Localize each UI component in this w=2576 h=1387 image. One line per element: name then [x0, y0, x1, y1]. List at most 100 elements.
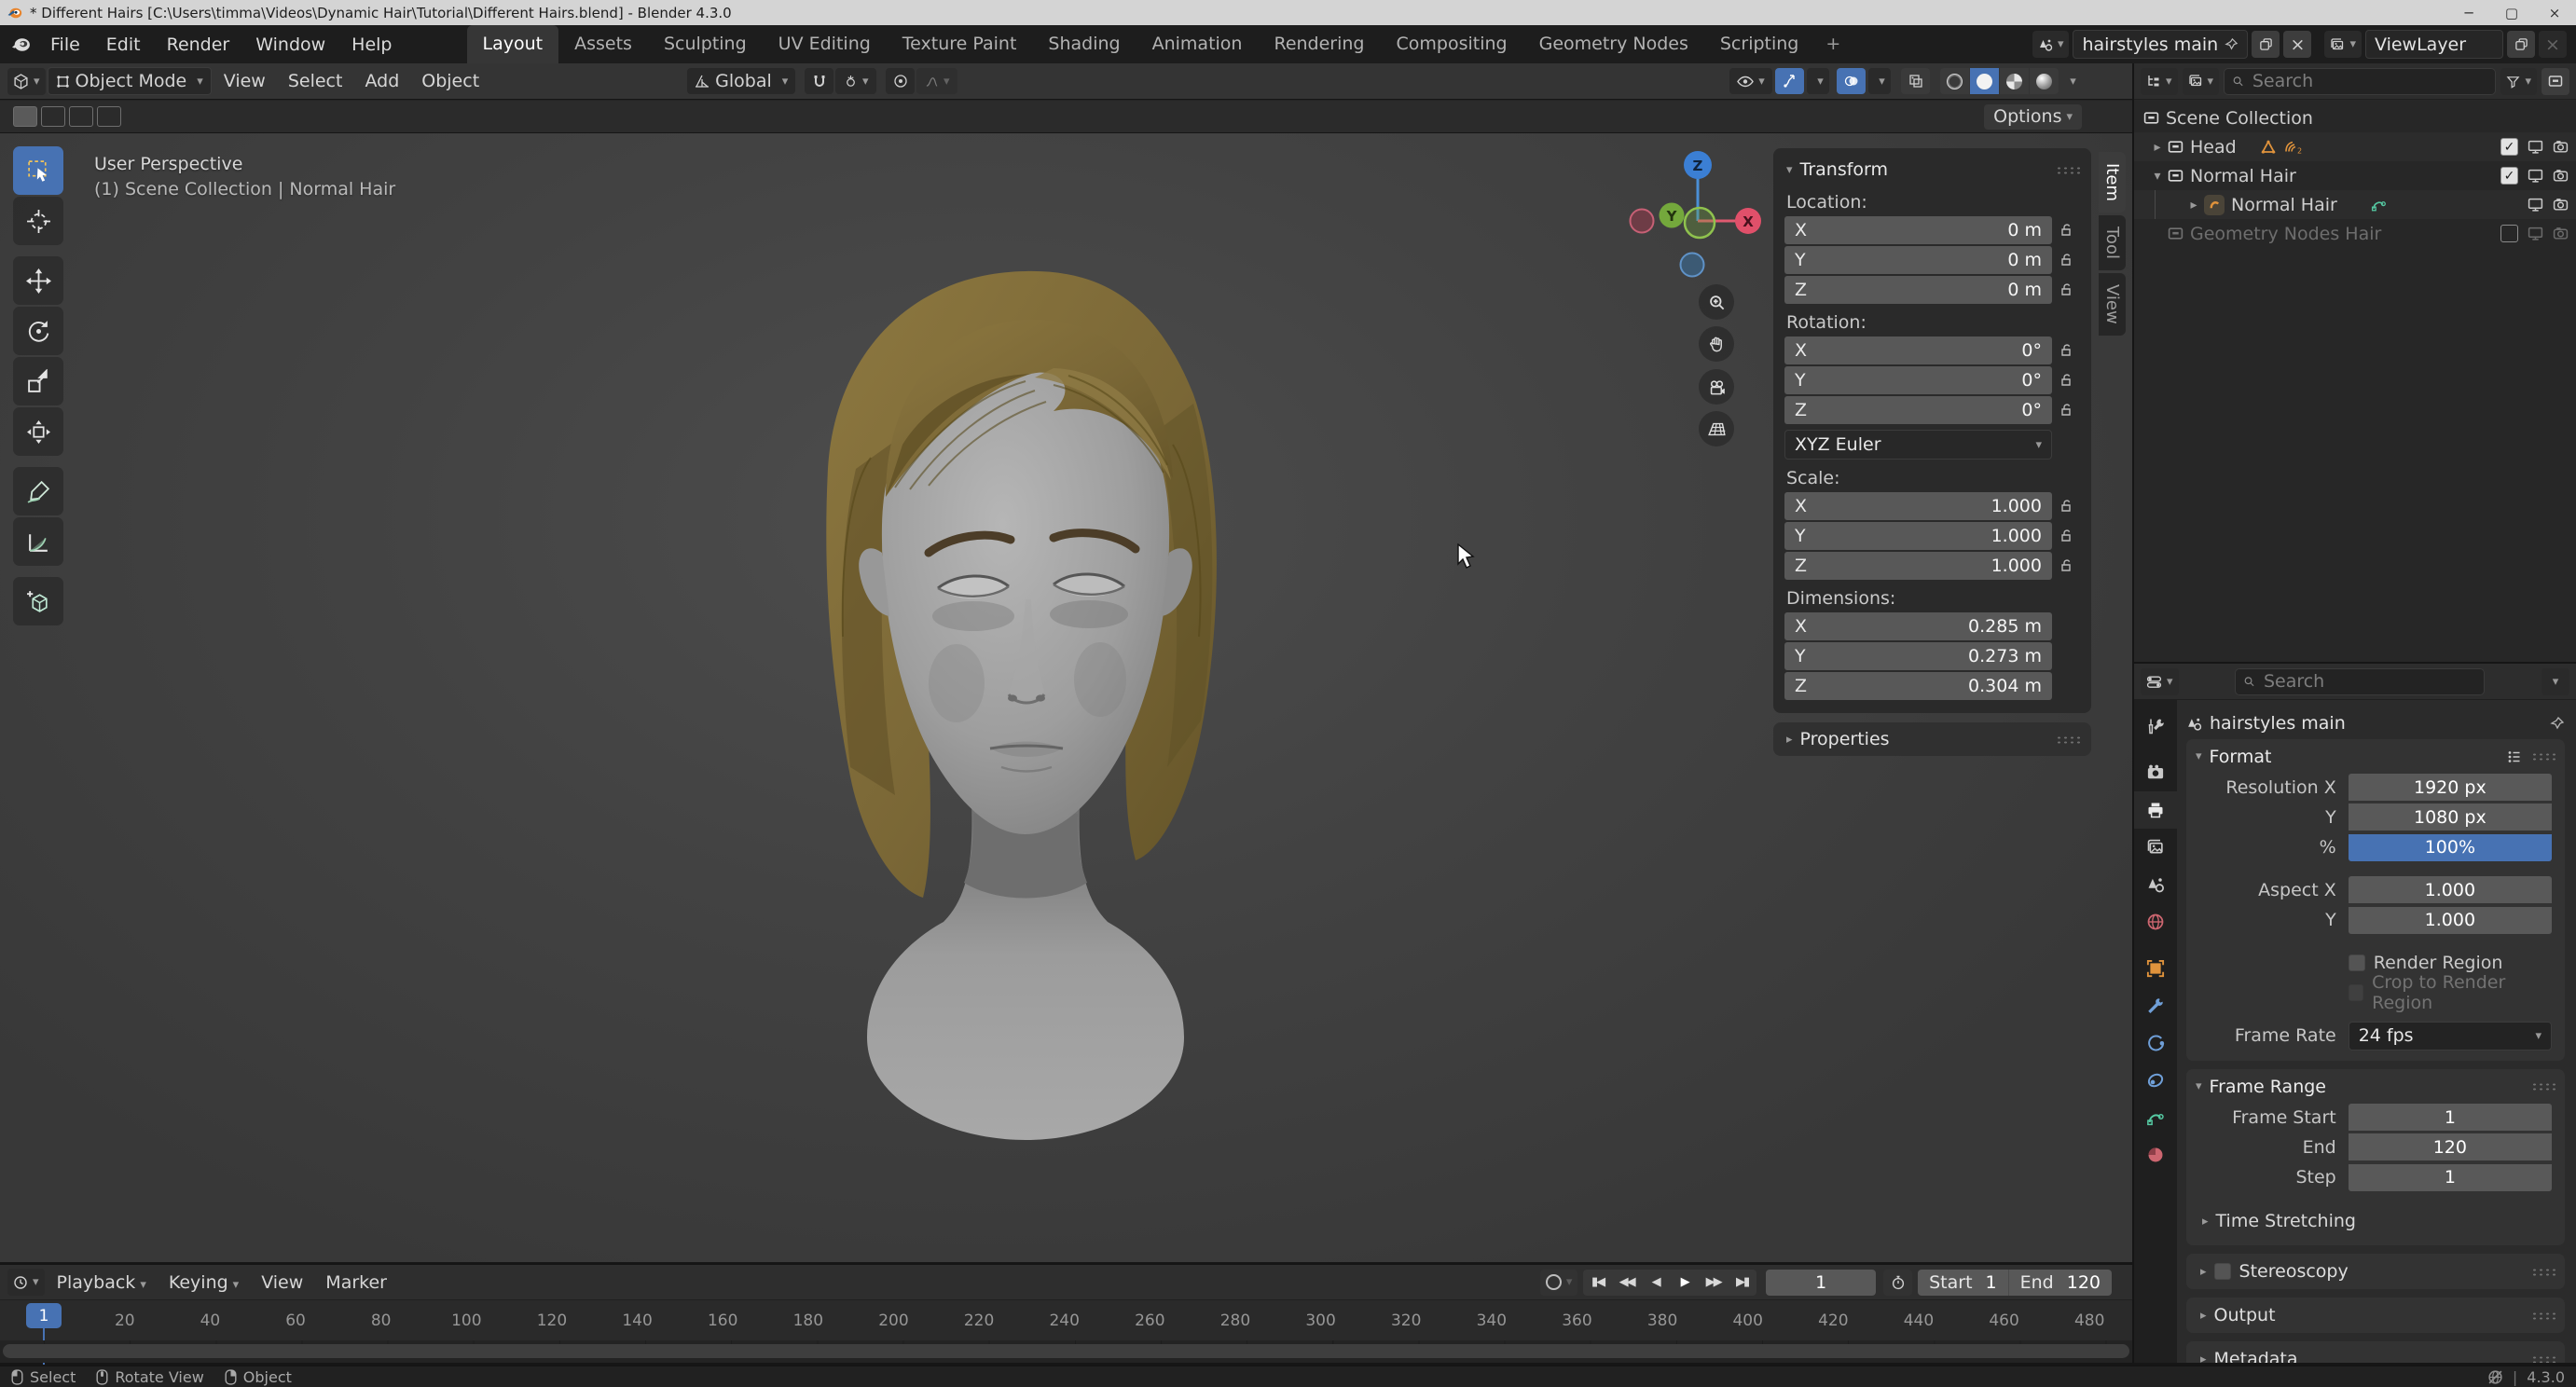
outliner-search-input[interactable]	[2251, 70, 2488, 92]
tab-sculpting[interactable]: Sculpting	[648, 25, 763, 63]
n-panel-tab-view[interactable]: View	[2099, 273, 2126, 336]
lock-icon[interactable]	[2052, 529, 2080, 543]
use-preview-range-button[interactable]	[1883, 1270, 1912, 1296]
frame-rate-dropdown[interactable]: 24 fps▾	[2349, 1022, 2552, 1051]
panel-grip-icon[interactable]	[2531, 1082, 2555, 1091]
tab-compositing[interactable]: Compositing	[1381, 25, 1523, 63]
select-mode-intersect-button[interactable]	[97, 106, 121, 127]
tab-geometry-nodes[interactable]: Geometry Nodes	[1523, 25, 1704, 63]
tab-scripting[interactable]: Scripting	[1704, 25, 1815, 63]
tab-render-properties[interactable]	[2134, 754, 2177, 791]
outliner-filter-dropdown[interactable]: ▾	[2500, 68, 2537, 95]
disable-render-icon[interactable]	[2553, 197, 2569, 213]
frame-start-field[interactable]: 1	[2349, 1104, 2552, 1131]
aspect-x-field[interactable]: 1.000	[2349, 876, 2552, 903]
location-y-field[interactable]: Y0 m	[1784, 246, 2052, 274]
hide-viewport-icon[interactable]	[2528, 197, 2543, 213]
tab-world-properties[interactable]	[2134, 903, 2177, 941]
viewport-canvas[interactable]: User Perspective (1) Scene Collection | …	[0, 133, 2132, 1262]
outliner-search[interactable]	[2224, 68, 2496, 95]
hide-viewport-icon[interactable]	[2528, 139, 2543, 155]
tab-uv-editing[interactable]: UV Editing	[763, 25, 887, 63]
properties-search[interactable]	[2235, 668, 2485, 695]
tab-shading[interactable]: Shading	[1032, 25, 1136, 63]
exclude-checkbox[interactable]: ✓	[2500, 167, 2518, 185]
lock-icon[interactable]	[2052, 223, 2080, 238]
timeline-scrollbar[interactable]	[3, 1344, 2129, 1358]
timeline-editor-type-button[interactable]: ▾	[7, 1269, 45, 1296]
location-x-field[interactable]: X0 m	[1784, 216, 2052, 244]
rotation-mode-dropdown[interactable]: XYZ Euler▾	[1784, 430, 2052, 460]
scale-x-field[interactable]: X1.000	[1784, 492, 2052, 520]
tab-scene-properties[interactable]	[2134, 866, 2177, 903]
viewlayer-browse-button[interactable]: ▾	[2324, 31, 2362, 58]
snap-magnet-toggle[interactable]	[805, 68, 833, 94]
output-panel[interactable]: ▸ Output	[2186, 1298, 2565, 1333]
tab-modifier-properties[interactable]	[2134, 987, 2177, 1024]
properties-editor-type-button[interactable]: ▾	[2141, 668, 2179, 695]
tab-data-properties[interactable]	[2134, 1099, 2177, 1136]
timeline-menu-view[interactable]: View	[251, 1272, 313, 1293]
show-gizmo-toggle[interactable]	[1775, 68, 1804, 94]
presets-icon[interactable]	[2507, 749, 2522, 764]
viewlayer-delete-button[interactable]: ×	[2539, 31, 2567, 58]
tab-texture-paint[interactable]: Texture Paint	[887, 25, 1033, 63]
zoom-view-button[interactable]	[1699, 284, 1734, 320]
hide-viewport-icon[interactable]	[2528, 226, 2543, 241]
proportional-editing-toggle[interactable]	[886, 68, 915, 94]
tab-physics-properties[interactable]	[2134, 1024, 2177, 1062]
stereoscopy-checkbox[interactable]	[2214, 1263, 2231, 1280]
shading-rendered-button[interactable]	[2030, 68, 2059, 94]
aspect-y-field[interactable]: 1.000	[2349, 907, 2552, 934]
tool-rotate[interactable]	[13, 307, 63, 355]
tab-animation[interactable]: Animation	[1136, 25, 1259, 63]
viewlayer-name-field[interactable]: ViewLayer	[2365, 30, 2503, 59]
collapse-icon[interactable]: ▾	[2147, 169, 2168, 184]
viewport-menu-view[interactable]: View	[214, 71, 276, 91]
stereoscopy-panel[interactable]: ▸ Stereoscopy	[2186, 1254, 2565, 1289]
minimize-button[interactable]: ─	[2447, 0, 2490, 25]
rotation-z-field[interactable]: Z0°	[1784, 396, 2052, 424]
timeline-ruler[interactable]: 2040608010012014016018020022024026028030…	[0, 1299, 2132, 1340]
timeline-menu-keying[interactable]: Keying▾	[158, 1272, 249, 1293]
lock-icon[interactable]	[2052, 558, 2080, 573]
outliner-row-head[interactable]: ▸ Head 2 ✓	[2134, 132, 2576, 161]
proportional-falloff-dropdown[interactable]: ▾	[916, 68, 957, 94]
exclude-checkbox[interactable]: ✓	[2500, 138, 2518, 156]
dimension-x-field[interactable]: X0.285 m	[1784, 612, 2052, 640]
viewport-menu-add[interactable]: Add	[354, 71, 409, 91]
tool-move[interactable]	[13, 256, 63, 305]
playhead[interactable]: 1	[26, 1303, 62, 1328]
camera-view-button[interactable]	[1699, 369, 1734, 405]
format-collapse-icon[interactable]: ▾	[2196, 749, 2202, 763]
tab-tool-properties[interactable]	[2134, 707, 2177, 745]
location-z-field[interactable]: Z0 m	[1784, 276, 2052, 304]
timeline-menu-marker[interactable]: Marker	[315, 1272, 397, 1293]
previous-keyframe-button[interactable]: ◀◀	[1612, 1270, 1641, 1296]
viewlayer-copy-button[interactable]	[2507, 31, 2535, 58]
tab-layout[interactable]: Layout	[467, 25, 559, 63]
menu-file[interactable]: File	[37, 34, 93, 55]
tool-add-cube[interactable]	[13, 577, 63, 625]
scale-z-field[interactable]: Z1.000	[1784, 552, 2052, 580]
n-panel-tab-item[interactable]: Item	[2099, 152, 2126, 213]
tool-select-box[interactable]	[13, 146, 63, 195]
scene-delete-button[interactable]: ×	[2283, 31, 2311, 58]
outliner-display-mode-dropdown[interactable]: ▾	[2183, 68, 2220, 95]
end-frame-field[interactable]: End120	[2009, 1272, 2112, 1293]
lock-icon[interactable]	[2052, 343, 2080, 358]
axis-gizmo[interactable]: Z X Y	[1627, 141, 1767, 281]
frame-end-field[interactable]: 120	[2349, 1133, 2552, 1160]
menu-edit[interactable]: Edit	[93, 34, 154, 55]
resolution-x-field[interactable]: 1920 px	[2349, 774, 2552, 801]
add-workspace-button[interactable]: +	[1814, 25, 1852, 63]
tab-viewlayer-properties[interactable]	[2134, 829, 2177, 866]
options-dropdown[interactable]: Options▾	[1984, 104, 2082, 130]
snap-target-dropdown[interactable]: ▾	[835, 68, 876, 94]
lock-icon[interactable]	[2052, 499, 2080, 514]
menu-help[interactable]: Help	[338, 34, 405, 55]
shading-solid-button[interactable]	[1970, 68, 1999, 94]
blender-menu-logo-icon[interactable]	[9, 36, 32, 53]
time-stretching-subpanel[interactable]: ▸ Time Stretching	[2186, 1206, 2565, 1236]
properties-search-input[interactable]	[2262, 670, 2476, 693]
